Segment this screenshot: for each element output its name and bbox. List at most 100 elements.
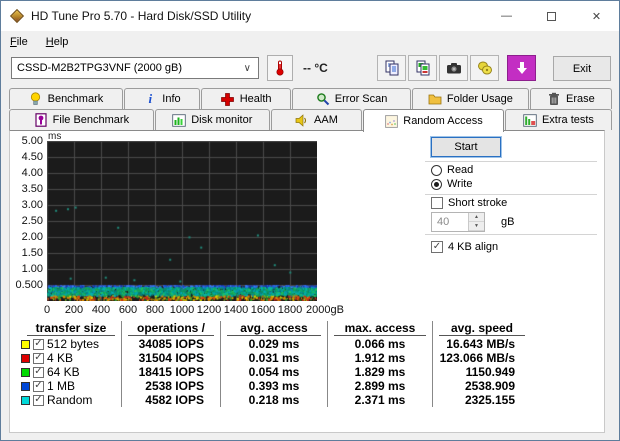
copy-text-button[interactable] [377, 55, 406, 81]
cell-speed: 1150.949 [432, 365, 531, 379]
tab-info[interactable]: i Info [123, 88, 201, 109]
read-radio-label: Read [447, 164, 474, 176]
row-label-64-KB: ✓ 64 KB [21, 365, 121, 379]
series-label: 1 MB [47, 379, 76, 393]
cell-avg: 0.029 ms [220, 337, 327, 351]
cell-avg: 0.031 ms [220, 351, 327, 365]
series-checkbox[interactable]: ✓ [33, 380, 44, 392]
tab-label: Info [162, 93, 181, 105]
y-tick-label: 5.00 [21, 135, 43, 147]
tab-random-access[interactable]: Random Access [363, 109, 504, 132]
table-column-operations-: operations /34085 IOPS 31504 IOPS 18415 IO… [121, 321, 220, 407]
file-benchmark-icon [34, 113, 48, 127]
menu-bar: File Help [1, 31, 619, 53]
write-radio[interactable] [431, 178, 442, 190]
series-checkbox[interactable]: ✓ [33, 394, 44, 406]
y-tick-label: 2.00 [21, 231, 43, 243]
maximize-button[interactable] [529, 1, 574, 31]
tab-disk-monitor[interactable]: Disk monitor [154, 109, 270, 130]
screenshot-button[interactable] [439, 55, 468, 81]
row-label-Random: ✓ Random [21, 393, 121, 407]
table-column-transfer-size: transfer size ✓ 512 bytes ✓ 4 KB ✓ 64 KB ✓ 1 MB ✓… [21, 321, 121, 407]
magnifier-icon [316, 92, 330, 106]
menu-help[interactable]: Help [37, 33, 78, 51]
access-time-scatter-chart [47, 141, 317, 301]
speaker-icon [295, 113, 309, 127]
copy-image-button[interactable] [408, 55, 437, 81]
tab-label: Random Access [403, 115, 483, 127]
start-button[interactable]: Start [431, 137, 501, 157]
cell-speed: 2325.155 [432, 393, 531, 407]
tab-label: File Benchmark [52, 114, 130, 126]
y-tick-label: 3.50 [21, 183, 43, 195]
temperature-button[interactable] [267, 55, 293, 81]
y-tick-label: 4.00 [21, 167, 43, 179]
column-header: max. access [327, 321, 432, 337]
column-header: avg. access [220, 321, 327, 337]
save-button[interactable] [470, 55, 499, 81]
y-tick-label: 1.00 [21, 263, 43, 275]
series-label: 64 KB [47, 365, 80, 379]
trash-icon [547, 92, 561, 106]
thermometer-icon [276, 60, 284, 76]
cell-avg: 0.218 ms [220, 393, 327, 407]
download-button[interactable] [507, 55, 536, 81]
tab-health[interactable]: Health [201, 88, 292, 109]
extra-tests-icon [523, 113, 537, 127]
tab-benchmark[interactable]: Benchmark [9, 88, 123, 109]
y-tick-label: 0.500 [15, 279, 43, 291]
menu-file[interactable]: File [1, 33, 37, 51]
tab-error-scan[interactable]: Error Scan [292, 88, 411, 109]
tab-label: Erase [566, 93, 595, 105]
bulb-icon [29, 92, 43, 106]
series-checkbox[interactable]: ✓ [33, 366, 44, 378]
tab-extra-tests[interactable]: Extra tests [504, 109, 613, 130]
cell-max: 1.829 ms [327, 365, 432, 379]
tab-row-2: File Benchmark Disk monitor AAM Random Acce… [9, 109, 613, 132]
write-radio-label: Write [447, 178, 473, 190]
y-tick-label: 4.50 [21, 151, 43, 163]
exit-button[interactable]: Exit [553, 56, 611, 81]
tab-file-benchmark[interactable]: File Benchmark [9, 109, 154, 130]
cell-max: 2.371 ms [327, 393, 432, 407]
drive-select[interactable]: CSSD-M2B2TPG3VNF (2000 gB) ∨ [11, 57, 259, 79]
write-radio-row[interactable]: Write [431, 178, 472, 190]
column-header: operations / [121, 321, 220, 337]
cell-max: 2.899 ms [327, 379, 432, 393]
drive-select-value: CSSD-M2B2TPG3VNF (2000 gB) [17, 62, 183, 74]
series-checkbox[interactable]: ✓ [33, 352, 44, 364]
disk-monitor-icon [172, 113, 186, 127]
close-button[interactable]: ✕ [574, 1, 619, 31]
tab-label: AAM [314, 114, 338, 126]
read-radio-row[interactable]: Read [431, 164, 473, 176]
tab-label: Folder Usage [446, 93, 513, 105]
spinner-down-icon[interactable]: ▼ [469, 222, 484, 231]
align-label: 4 KB align [448, 241, 499, 253]
minimize-button[interactable]: — [484, 1, 529, 31]
tab-aam[interactable]: AAM [270, 109, 363, 130]
maximize-icon [547, 11, 556, 21]
tab-folder-usage[interactable]: Folder Usage [411, 88, 529, 109]
y-tick-label: 1.50 [21, 247, 43, 259]
chevron-down-icon: ∨ [243, 62, 251, 74]
cell-max: 1.912 ms [327, 351, 432, 365]
tab-label: Extra tests [541, 114, 594, 126]
short-stroke-row[interactable]: Short stroke [431, 197, 507, 209]
spinner-up-icon[interactable]: ▲ [469, 213, 484, 222]
folder-icon [428, 92, 442, 106]
read-radio[interactable] [431, 164, 442, 176]
cell-ops: 31504 IOPS [121, 351, 220, 365]
cell-ops: 4582 IOPS [121, 393, 220, 407]
short-stroke-unit-label: gB [501, 216, 515, 228]
legend-color-swatch [21, 339, 30, 349]
short-stroke-size-spinner[interactable]: 40 ▲ ▼ [431, 212, 485, 232]
series-checkbox[interactable]: ✓ [33, 338, 44, 350]
align-row[interactable]: ✓ 4 KB align [431, 241, 498, 253]
divider [425, 234, 597, 235]
align-checkbox[interactable]: ✓ [431, 241, 443, 253]
row-label-512-bytes: ✓ 512 bytes [21, 337, 121, 351]
camera-icon [446, 63, 461, 74]
divider [425, 194, 597, 195]
short-stroke-checkbox[interactable] [431, 197, 443, 209]
tab-erase[interactable]: Erase [529, 88, 612, 109]
